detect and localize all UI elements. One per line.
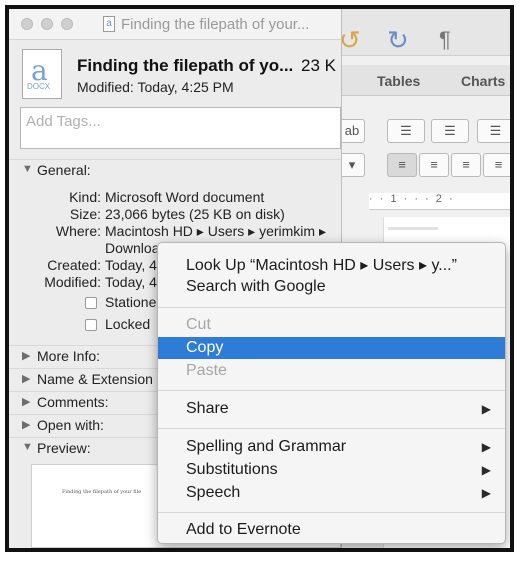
created-row: Created: Today, 4:	[9, 257, 169, 275]
menu-item-label: Share	[186, 400, 229, 417]
section-label: Name & Extension	[37, 371, 153, 387]
menu-separator	[158, 390, 505, 391]
close-button[interactable]	[21, 18, 33, 30]
where-row-2: Downloads ▸ D...	[9, 240, 169, 258]
numbering-icon[interactable]: ☰	[431, 119, 469, 143]
modified-label: Modified:	[44, 274, 101, 290]
file-name: Finding the filepath of yo...	[77, 56, 294, 75]
pilcrow-icon[interactable]: ¶	[439, 27, 451, 53]
where-label: Where:	[55, 223, 101, 239]
menu-item-label: Search with Google	[186, 278, 326, 295]
context-menu: Look Up “Macintosh HD ▸ Users ▸ y...” Se…	[157, 242, 506, 544]
section-label: Preview:	[37, 440, 91, 456]
document-proxy-icon[interactable]: a	[103, 16, 115, 32]
section-label: Comments:	[37, 394, 109, 410]
disclosure-open-icon[interactable]: ▼	[22, 441, 33, 453]
menu-item-label: Copy	[186, 339, 224, 356]
undo-icon[interactable]: ↺	[339, 25, 361, 56]
justify-icon[interactable]: ≡	[483, 153, 510, 177]
redo-icon[interactable]: ↻	[387, 25, 409, 56]
multilevel-list-icon[interactable]: ☰	[477, 119, 510, 143]
disclosure-closed-icon[interactable]: ▶	[22, 395, 30, 408]
size-row: Size: 23,066 bytes (25 KB on disk)	[9, 206, 341, 224]
screenshot-frame: ↺ ↻ ¶ Tables Charts ab ☰ ☰ ☰ ▾ ≡ ≡ ≡ ≡ ·…	[5, 5, 514, 552]
info-titlebar[interactable]: a Finding the filepath of your...	[9, 9, 341, 40]
created-value: Today, 4:	[105, 257, 161, 273]
menu-item-speech[interactable]: Speech ▶	[158, 482, 505, 504]
disclosure-closed-icon[interactable]: ▶	[22, 349, 30, 362]
window-title: Finding the filepath of your...	[121, 16, 310, 33]
highlight-dropdown-icon[interactable]: ▾	[339, 153, 365, 177]
align-center-icon[interactable]: ≡	[419, 153, 449, 177]
stationery-label: Stationer	[105, 294, 159, 310]
align-right-icon[interactable]: ≡	[451, 153, 481, 177]
menu-item-label: Look Up “Macintosh HD ▸ Users ▸ y...”	[186, 257, 457, 274]
tags-placeholder: Add Tags...	[26, 113, 101, 130]
size-value: 23,066 bytes (25 KB on disk)	[105, 206, 285, 222]
menu-item-search-google[interactable]: Search with Google	[158, 276, 505, 298]
size-label: Size:	[69, 206, 101, 222]
menu-item-cut: Cut	[158, 314, 505, 336]
where-row: Where: Macintosh HD ▸ Users ▸ yerimkim ▸	[9, 223, 341, 241]
submenu-arrow-icon: ▶	[481, 440, 491, 454]
menu-item-copy[interactable]: Copy	[158, 337, 505, 359]
kind-row: Kind: Microsoft Word document	[9, 189, 341, 207]
ribbon-tabs: Tables Charts	[339, 65, 510, 96]
ruler[interactable]: · · 1 · · · 2 ·	[369, 193, 510, 210]
locked-checkbox[interactable]	[85, 319, 97, 331]
kind-label: Kind:	[69, 189, 101, 205]
menu-item-label: Paste	[186, 362, 227, 379]
modified-row: Modified: Today, 4:	[9, 274, 169, 292]
menu-separator	[158, 512, 505, 513]
file-size-summary: 23 K	[301, 56, 336, 75]
disclosure-open-icon[interactable]: ▼	[22, 163, 33, 175]
menu-item-share[interactable]: Share ▶	[158, 398, 505, 420]
submenu-arrow-icon: ▶	[481, 402, 491, 416]
locked-label: Locked	[105, 316, 151, 332]
stationery-checkbox[interactable]	[85, 297, 97, 309]
menu-item-spelling-grammar[interactable]: Spelling and Grammar ▶	[158, 436, 505, 458]
tab-tables[interactable]: Tables	[377, 73, 420, 89]
bullets-icon[interactable]: ☰	[387, 119, 425, 143]
menu-item-substitutions[interactable]: Substitutions ▶	[158, 459, 505, 481]
menu-item-label: Cut	[186, 316, 211, 333]
word-toolbar: ↺ ↻ ¶	[339, 9, 510, 56]
modified-value: Today, 4:	[105, 274, 161, 290]
menu-item-paste: Paste	[158, 360, 505, 382]
word-document-icon: a DOCX	[22, 49, 62, 99]
menu-item-label: Spelling and Grammar	[186, 438, 347, 455]
section-general-label: General:	[37, 162, 91, 178]
menu-item-label: Speech	[186, 484, 241, 501]
where-value-line1[interactable]: Macintosh HD ▸ Users ▸ yerimkim ▸	[105, 223, 326, 240]
menu-item-add-to-evernote[interactable]: Add to Evernote	[158, 519, 505, 541]
font-style-button[interactable]: ab	[339, 119, 365, 143]
disclosure-closed-icon[interactable]: ▶	[22, 418, 30, 431]
created-label: Created:	[47, 257, 101, 273]
submenu-arrow-icon: ▶	[481, 463, 491, 477]
menu-separator	[158, 428, 505, 429]
section-general[interactable]: ▼ General:	[9, 159, 341, 182]
menu-item-label: Add to Evernote	[186, 521, 301, 538]
section-label: Open with:	[37, 417, 104, 433]
preview-text: Finding the filepath of your file	[62, 489, 142, 495]
tab-charts[interactable]: Charts	[461, 73, 505, 89]
section-label: More Info:	[37, 348, 101, 364]
menu-item-label: Substitutions	[186, 461, 278, 478]
menu-separator	[158, 307, 505, 308]
zoom-button[interactable]	[61, 18, 73, 30]
kind-value: Microsoft Word document	[105, 189, 265, 205]
menu-item-look-up[interactable]: Look Up “Macintosh HD ▸ Users ▸ y...”	[158, 253, 505, 275]
disclosure-closed-icon[interactable]: ▶	[22, 372, 30, 385]
tags-field[interactable]: Add Tags...	[20, 107, 341, 149]
align-left-icon[interactable]: ≡	[387, 153, 417, 177]
minimize-button[interactable]	[41, 18, 53, 30]
modified-summary: Modified: Today, 4:25 PM	[77, 79, 234, 95]
doc-text-line	[388, 227, 438, 230]
submenu-arrow-icon: ▶	[481, 486, 491, 500]
